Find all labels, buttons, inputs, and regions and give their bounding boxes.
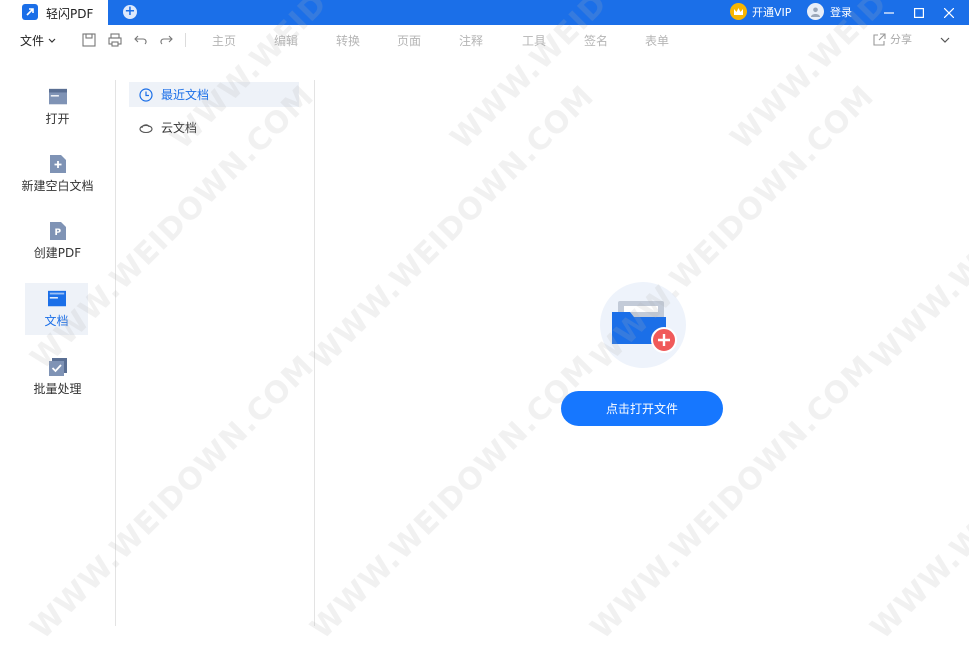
new-tab-plus-icon[interactable]: + <box>123 5 137 19</box>
app-tab[interactable]: 轻闪PDF <box>0 0 108 25</box>
menu-form[interactable]: 表单 <box>645 32 669 49</box>
svg-text:P: P <box>54 228 61 238</box>
subnav-cloud-label: 云文档 <box>161 121 198 135</box>
watermark-text: WWW.WEIDOWN.COM <box>864 78 969 377</box>
nav-batch[interactable]: 批量处理 <box>0 351 115 403</box>
nav-open-label: 打开 <box>45 111 70 126</box>
open-folder-icon <box>612 301 677 353</box>
batch-icon <box>48 357 67 376</box>
chevron-down-icon <box>48 38 56 43</box>
toolbar-divider <box>185 33 186 47</box>
save-icon[interactable] <box>81 32 97 48</box>
file-menu-label: 文件 <box>20 34 45 48</box>
undo-icon[interactable] <box>133 32 149 48</box>
nav-documents-label: 文档 <box>44 313 69 328</box>
vip-button[interactable]: 开通VIP <box>730 3 791 20</box>
cloud-icon <box>139 123 153 133</box>
menu-page[interactable]: 页面 <box>397 32 421 49</box>
subnav-cloud[interactable]: 云文档 <box>129 115 299 140</box>
nav-open[interactable]: 打开 <box>0 81 115 133</box>
nav-new-blank[interactable]: 新建空白文档 <box>0 148 115 200</box>
title-bar: 轻闪PDF + 开通VIP 登录 <box>0 0 969 25</box>
pdf-icon: P <box>49 221 67 240</box>
file-menu[interactable]: 文件 <box>20 32 56 49</box>
nav-create-pdf-label: 创建PDF <box>33 245 82 260</box>
share-button[interactable]: 分享 <box>873 31 912 47</box>
open-file-button[interactable]: 点击打开文件 <box>561 391 723 426</box>
redo-icon[interactable] <box>158 32 174 48</box>
menu-bar: 文件 主页 编辑 转换 页面 注释 工具 签名 表单 分享 <box>0 25 969 55</box>
share-label: 分享 <box>890 33 912 46</box>
maximize-icon <box>914 7 924 18</box>
watermark-text: WWW.WEIDOWN.COM <box>304 78 602 377</box>
subnav-recent-label: 最近文档 <box>161 88 210 102</box>
new-file-icon <box>49 154 67 173</box>
nav-new-blank-label: 新建空白文档 <box>21 178 94 193</box>
left-nav: 打开 新建空白文档 P 创建PDF 文档 批量处理 <box>0 55 115 626</box>
watermark-text: WWW.WEIDOWN.COM <box>864 348 969 646</box>
share-icon <box>873 32 886 46</box>
divider <box>314 80 315 626</box>
subnav-recent[interactable]: 最近文档 <box>129 82 299 107</box>
crown-icon <box>730 3 747 20</box>
nav-documents[interactable]: 文档 <box>25 283 88 335</box>
login-button[interactable]: 登录 <box>807 3 852 20</box>
print-icon[interactable] <box>107 32 123 48</box>
avatar-icon <box>807 3 824 20</box>
nav-create-pdf[interactable]: P 创建PDF <box>0 215 115 267</box>
app-title: 轻闪PDF <box>46 7 94 21</box>
menu-edit[interactable]: 编辑 <box>274 32 298 49</box>
menu-convert[interactable]: 转换 <box>336 32 360 49</box>
menu-home[interactable]: 主页 <box>212 32 236 49</box>
chevron-down-icon <box>940 37 950 43</box>
menu-tools[interactable]: 工具 <box>522 32 546 49</box>
menu-sign[interactable]: 签名 <box>584 32 608 49</box>
divider <box>115 80 116 626</box>
maximize-button[interactable] <box>903 0 935 25</box>
watermark-text: WWW.WEIDOWN.COM <box>304 348 602 646</box>
login-label: 登录 <box>830 5 852 19</box>
vip-label: 开通VIP <box>752 5 792 19</box>
nav-batch-label: 批量处理 <box>33 381 82 396</box>
collapse-toolbar-button[interactable] <box>940 33 950 47</box>
close-icon <box>944 7 954 18</box>
document-folder-icon <box>47 290 66 308</box>
folder-icon <box>48 88 67 106</box>
clock-icon <box>139 87 153 102</box>
empty-state-illustration <box>600 282 686 368</box>
minimize-button[interactable] <box>873 0 905 25</box>
close-button[interactable] <box>933 0 965 25</box>
minimize-icon <box>884 11 894 14</box>
menu-annotate[interactable]: 注释 <box>459 32 483 49</box>
app-logo-icon <box>22 4 38 20</box>
